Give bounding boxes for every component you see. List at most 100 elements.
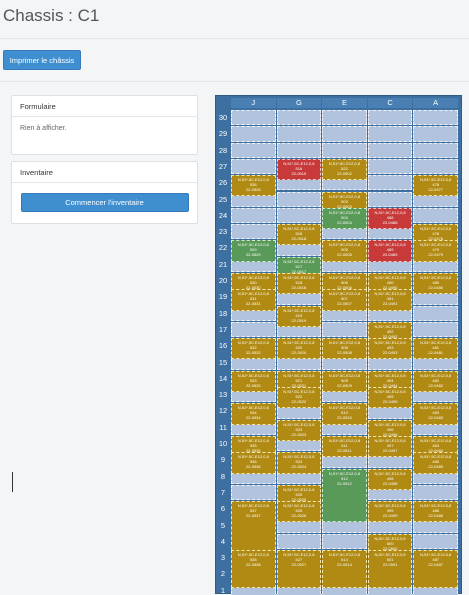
chassis-block[interactable]: N,51*,5C,E12,0,8 497 22-0497 [367, 436, 413, 458]
empty-slot[interactable] [413, 305, 458, 321]
empty-slot[interactable] [276, 142, 322, 158]
empty-slot[interactable] [367, 158, 413, 175]
row-label: 8 [220, 471, 226, 481]
empty-slot[interactable] [231, 110, 276, 126]
chassis-block[interactable]: N,51*,5C,E12,0,8 512 22-0512 [322, 468, 367, 523]
chassis-block[interactable]: N,51*,5C,E12,0,8 518 22-0518 [276, 273, 322, 295]
empty-slot[interactable] [231, 321, 276, 338]
empty-slot[interactable] [413, 207, 458, 224]
chassis-block[interactable]: N,51*,5C,E12,0,8 508 22-0508 [322, 338, 367, 360]
chassis-block[interactable]: N,51*,5C,E12,0,8 538 22-0538 [231, 550, 276, 588]
form-panel: Formulaire Rien à afficher. [11, 95, 198, 155]
row-label: 21 [218, 259, 228, 269]
chassis-block[interactable]: N,51*,5C,E12,0,8 516 22-0515 [276, 158, 322, 181]
chassis-block[interactable]: N,51*,5C,E12,0,8 522 22-0502 [322, 158, 367, 181]
empty-slot[interactable] [322, 142, 367, 158]
text-cursor-icon [12, 472, 13, 492]
empty-slot[interactable] [231, 207, 276, 224]
empty-slot[interactable] [367, 191, 413, 207]
divider [0, 81, 469, 82]
chassis-block[interactable]: N,51*,5C,E12,0,8 504 22-0504 [322, 207, 367, 230]
chassis-block[interactable]: N,51*,5C,E12,0,8 511 22-0511 [322, 436, 367, 458]
chassis-block[interactable]: N,51*,5C,E12,0,8 531 22-0531 [231, 289, 276, 311]
block-line: 22-0534 [245, 415, 261, 421]
chassis-block[interactable]: N,51*,5C,E12,0,8 489 22-0489 [367, 240, 413, 262]
chassis-block[interactable]: N,51*,5C,E12,0,8 491 22-0491 [367, 289, 413, 311]
empty-slot[interactable] [367, 126, 413, 142]
empty-slot[interactable] [413, 484, 458, 501]
chassis-block[interactable]: N,51*,5C,E12,0,8 514 22-0514 [322, 550, 367, 588]
empty-slot[interactable] [367, 110, 413, 126]
chassis-block[interactable]: N,51*,5C,E12,0,8 532 22-0532 [231, 338, 276, 360]
chassis-block[interactable]: N,51*,5C,E12,0,8 527 22-0527 [276, 550, 322, 588]
empty-slot[interactable] [231, 484, 276, 501]
chassis-block[interactable]: N,51*,5C,E12,0,8 519 22-0519 [276, 305, 322, 327]
block-line: 22-0508 [337, 350, 352, 356]
empty-slot[interactable] [322, 321, 367, 338]
chassis-block[interactable]: N,51*,5C,E12,0,8 498 22-0498 [367, 468, 413, 490]
chassis-block[interactable]: N,51*,5C,E12,0,8 507 22-0507 [322, 289, 367, 311]
chassis-block[interactable]: N,51*,5C,E12,0,8 483 22-0483 [413, 403, 458, 425]
chassis-block[interactable]: N,51*,5C,E12,0,8 526 22-0526 [276, 501, 322, 523]
row-label: 5 [220, 520, 226, 530]
chassis-block[interactable]: N,51*,5C,E12,0,8 482 22-0482 [413, 370, 458, 393]
empty-slot[interactable] [231, 126, 276, 142]
chassis-block[interactable]: N,51*,5C,E12,0,8 520 22-0520 [276, 338, 322, 360]
empty-slot[interactable] [367, 175, 413, 191]
chassis-block[interactable]: N,51*,5C,E12,0,8 537 22-0537 [231, 501, 276, 556]
block-line: 22-0520 [291, 350, 307, 356]
block-line: 22-0537 [245, 513, 261, 519]
empty-slot[interactable] [276, 110, 322, 126]
chassis-block[interactable]: N,51*,5C,E12,0,8 493 22-0493 [367, 338, 413, 360]
chassis-block[interactable]: N,51*,5C,E12,0,8 486 22-0486 [413, 501, 458, 523]
empty-slot[interactable] [322, 110, 367, 126]
empty-slot[interactable] [276, 191, 322, 207]
chassis-block[interactable]: N,51*,5C,E12,0,8 505 22-0505 [322, 240, 367, 262]
empty-slot[interactable] [276, 533, 322, 550]
empty-slot[interactable] [276, 207, 322, 224]
chassis-block[interactable]: N,51*,5C,E12,0,8 510 22-0510 [322, 403, 367, 425]
chassis-block[interactable]: N,51*,5C,E12,0,8 501 22-0501 [367, 550, 413, 588]
empty-slot[interactable] [413, 126, 458, 142]
chassis-block[interactable]: N,51*,5C,E12,0,8 523 22-0523 [276, 419, 322, 441]
empty-slot[interactable] [367, 142, 413, 158]
empty-slot[interactable] [413, 533, 458, 550]
block-line: 22-0526 [245, 187, 261, 193]
chassis-block[interactable]: N,51*,5C,E12,0,8 488 22-0488 [367, 207, 413, 230]
chassis-block[interactable]: N,51*,5C,E12,0,8 536 22-0526 [231, 175, 276, 197]
chassis-block[interactable]: N,51*,5C,E12,0,8 499 22-0499 [367, 501, 413, 523]
chassis-block[interactable]: N,51*,5C,E12,0,8 487 22-0487 [413, 550, 458, 588]
empty-slot[interactable] [413, 110, 458, 126]
empty-slot[interactable] [231, 224, 276, 240]
chassis-block[interactable]: N,51*,5C,E12,0,8 529 22-0529 [231, 240, 276, 262]
chassis-block[interactable]: N,51*,5C,E12,0,8 536 22-0536 [231, 452, 276, 474]
empty-slot[interactable] [413, 142, 458, 158]
chassis-block[interactable]: N,51*,5C,E12,0,8 518 22-0518 [276, 224, 322, 246]
chassis-block[interactable]: N,51*,5C,E12,0,8 495 22-0495 [367, 387, 413, 409]
block-line: 22-0523 [291, 431, 307, 437]
chassis-block[interactable]: N,51*,5C,E12,0,8 480 22-0480 [413, 273, 458, 295]
chassis-block[interactable]: N,51*,5C,E12,0,8 478 22-0477 [413, 175, 458, 197]
form-panel-title: Formulaire [12, 96, 197, 117]
chassis-block[interactable]: N,51*,5C,E12,0,8 534 22-0534 [231, 403, 276, 425]
empty-slot[interactable] [322, 126, 367, 142]
empty-slot[interactable] [231, 142, 276, 158]
empty-slot[interactable] [413, 321, 458, 338]
start-inventory-button[interactable]: Commencer l'inventaire [20, 193, 189, 212]
chassis-block[interactable]: N,51*,5C,E12,0,8 522 22-0522 [276, 387, 322, 409]
chassis-block[interactable]: N,51*,5C,E12,0,8 533 22-0533 [231, 370, 276, 393]
form-empty-text: Rien à afficher. [20, 125, 67, 132]
empty-slot[interactable] [231, 158, 276, 175]
chassis-block[interactable]: N,51*,5C,E12,0,8 485 22-0485 [413, 452, 458, 474]
empty-slot[interactable] [276, 126, 322, 142]
print-chassis-button[interactable]: Imprimer le châssis [3, 50, 81, 70]
block-line: 22-0526 [291, 513, 307, 519]
block-line: 22-0509 [337, 382, 352, 388]
chassis-block[interactable]: N,51*,5C,E12,0,8 481 22-0481 [413, 338, 458, 360]
page-title: Chassis : C1 [3, 6, 100, 25]
empty-slot[interactable] [413, 158, 458, 175]
chassis-block[interactable]: N,51*,5C,E12,0,8 509 22-0509 [322, 370, 367, 393]
chassis-block[interactable]: N,51*,5C,E12,0,8 524 22-0524 [276, 452, 322, 474]
chassis-block[interactable]: N,51*,5C,E12,0,8 479 22-0479 [413, 240, 458, 262]
empty-slot[interactable] [322, 533, 367, 550]
